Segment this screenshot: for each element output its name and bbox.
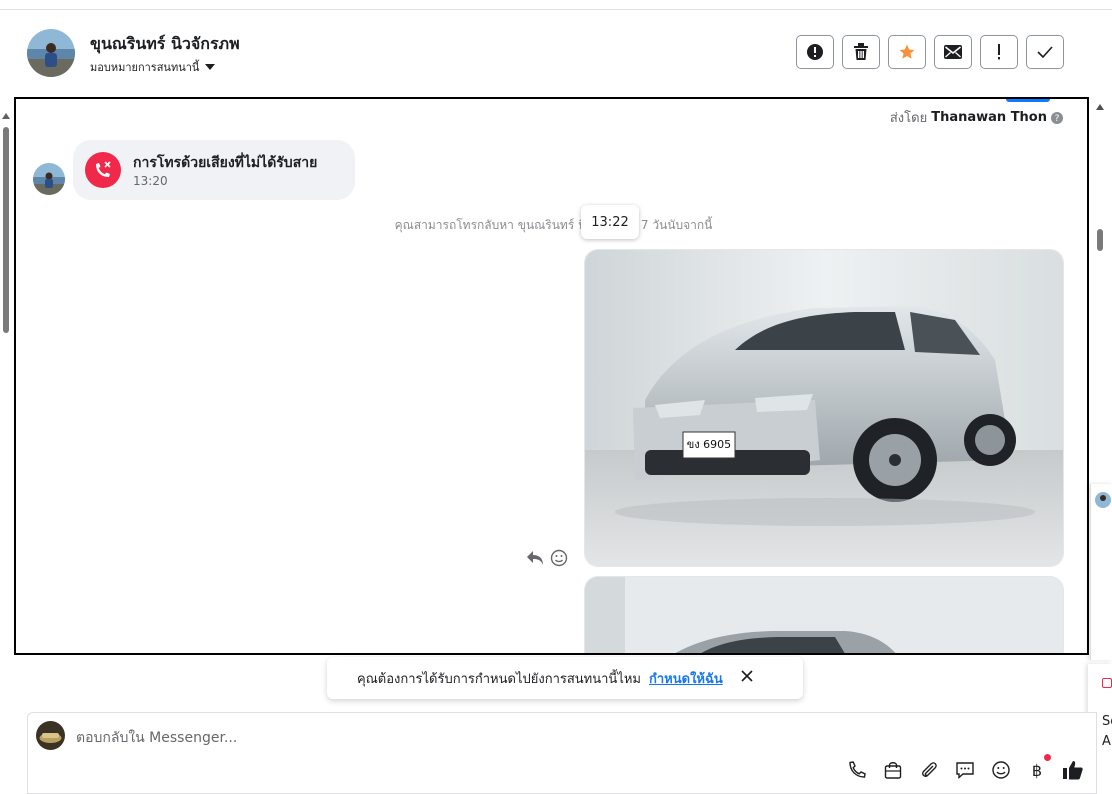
react-emoji-icon[interactable] bbox=[550, 549, 568, 567]
side-peek-text-1: Se bbox=[1102, 714, 1112, 729]
missed-call-icon bbox=[85, 152, 121, 188]
thumbs-up-icon bbox=[1063, 761, 1083, 780]
notification-icon bbox=[1102, 678, 1112, 688]
mail-icon bbox=[944, 45, 962, 59]
reply-input[interactable]: ตอบกลับใน Messenger... bbox=[76, 727, 237, 749]
message-actions bbox=[526, 549, 568, 567]
top-border bbox=[0, 0, 1112, 10]
star-button[interactable] bbox=[888, 35, 926, 69]
sender-avatar[interactable] bbox=[33, 163, 65, 195]
sent-indicator-bar bbox=[1006, 99, 1050, 102]
left-scrollbar[interactable] bbox=[0, 97, 12, 657]
message-thread[interactable]: ส่งโดย Thanawan Thon ? การโทรด้วยเสียงที… bbox=[14, 97, 1089, 655]
check-icon bbox=[1037, 46, 1053, 58]
close-banner-button[interactable] bbox=[741, 670, 753, 686]
saved-replies-button[interactable] bbox=[954, 759, 976, 781]
caret-down-icon bbox=[205, 64, 216, 70]
chat-bubble-icon bbox=[956, 762, 974, 780]
assign-prompt-banner: คุณต้องการได้รับการกำหนดไปยังการสนทนานี้… bbox=[327, 657, 803, 699]
svg-text:฿: ฿ bbox=[1032, 761, 1042, 780]
mark-unread-button[interactable] bbox=[934, 35, 972, 69]
license-plate: ขง 6905 bbox=[687, 438, 731, 451]
notification-dot bbox=[1044, 754, 1051, 761]
assign-prompt-question: คุณต้องการได้รับการกำหนดไปยังการสนทนานี้… bbox=[357, 671, 641, 687]
spam-button[interactable] bbox=[796, 35, 834, 69]
header-actions bbox=[796, 35, 1064, 69]
close-icon bbox=[741, 670, 753, 682]
car-photo-2[interactable] bbox=[584, 576, 1064, 653]
reply-composer[interactable]: ตอบกลับใน Messenger... ฿ bbox=[27, 712, 1097, 794]
conversation-header: ขุนณรินทร์ นิวจักรภพ มอบหมายการสนทนานี้ bbox=[0, 10, 1112, 96]
like-button[interactable] bbox=[1062, 759, 1084, 781]
baht-icon: ฿ bbox=[1032, 761, 1042, 780]
assign-dropdown[interactable]: มอบหมายการสนทนานี้ bbox=[90, 58, 216, 76]
sent-by-name: Thanawan Thon bbox=[931, 110, 1047, 125]
missed-call-bubble[interactable]: การโทรด้วยเสียงที่ไม่ได้รับสาย 13:20 bbox=[73, 140, 355, 200]
composer-tools: ฿ bbox=[846, 754, 1084, 781]
contact-avatar[interactable] bbox=[27, 29, 75, 77]
svg-text:?: ? bbox=[1055, 114, 1060, 124]
emoji-icon bbox=[992, 761, 1010, 779]
paperclip-icon bbox=[922, 762, 937, 777]
assign-label: มอบหมายการสนทนานี้ bbox=[90, 61, 200, 74]
sent-by-prefix: ส่งโดย bbox=[889, 111, 928, 126]
alert-circle-icon bbox=[807, 44, 823, 60]
message-time-tooltip: 13:22 bbox=[581, 205, 639, 239]
shopping-bag-icon bbox=[884, 762, 902, 779]
missed-call-title: การโทรด้วยเสียงที่ไม่ได้รับสาย bbox=[133, 155, 318, 171]
delete-button[interactable] bbox=[842, 35, 880, 69]
reply-icon[interactable] bbox=[526, 550, 544, 566]
done-button[interactable] bbox=[1026, 35, 1064, 69]
help-icon[interactable]: ? bbox=[1051, 111, 1063, 124]
car-photo-1[interactable]: ขง 6905 bbox=[584, 249, 1064, 567]
callback-note: คุณสามารถโทรกลับหา ขุนณรินทร์ นิวจัก... … bbox=[394, 218, 713, 232]
payment-button[interactable]: ฿ bbox=[1026, 754, 1051, 781]
star-icon bbox=[899, 44, 915, 59]
follow-up-button[interactable] bbox=[980, 35, 1018, 69]
side-peek-text-2: A bbox=[1102, 734, 1111, 749]
contact-name: ขุนณรินทร์ นิวจักรภพ bbox=[90, 34, 240, 53]
trash-icon bbox=[854, 43, 868, 60]
sent-by-line: ส่งโดย Thanawan Thon ? bbox=[890, 107, 1063, 128]
exclamation-icon bbox=[998, 44, 1000, 60]
call-button[interactable] bbox=[846, 759, 868, 781]
assign-to-me-link[interactable]: กำหนดให้ฉัน bbox=[649, 668, 723, 689]
page-avatar bbox=[36, 721, 65, 750]
shop-button[interactable] bbox=[882, 759, 904, 781]
missed-call-time: 13:20 bbox=[133, 174, 168, 188]
side-panel-peek[interactable] bbox=[1090, 484, 1112, 660]
emoji-button[interactable] bbox=[990, 759, 1012, 781]
attach-button[interactable] bbox=[918, 759, 940, 781]
phone-icon bbox=[849, 761, 866, 778]
